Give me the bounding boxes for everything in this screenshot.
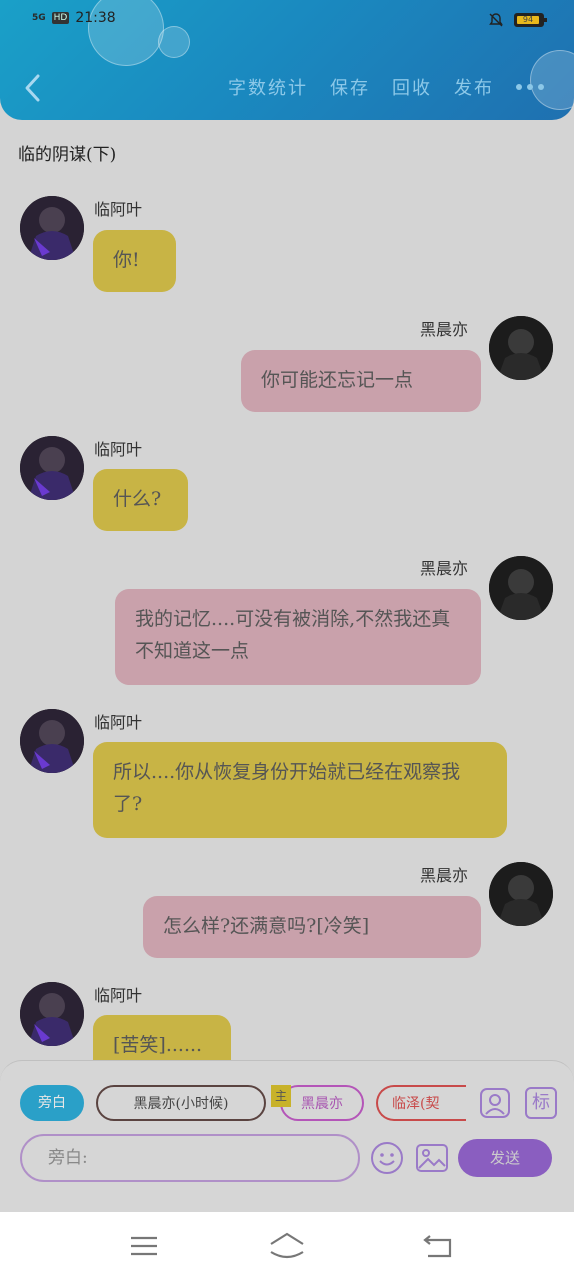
header-actions: 字数统计 保存 回收 发布	[228, 74, 544, 100]
sender-name: 临阿叶	[94, 986, 143, 1005]
save-button[interactable]: 保存	[330, 74, 370, 100]
home-icon[interactable]	[268, 1230, 306, 1262]
back-arrow-icon[interactable]	[18, 70, 48, 106]
avatar[interactable]	[20, 982, 84, 1046]
message-bubble[interactable]: 我的记忆....可没有被消除,不然我还真不知道这一点	[115, 589, 481, 685]
image-icon[interactable]	[415, 1141, 449, 1175]
back-icon[interactable]	[422, 1230, 454, 1262]
sender-name: 黑晨亦	[420, 320, 469, 339]
send-button[interactable]: 发送	[458, 1139, 552, 1177]
composer-panel: 旁白 黑晨亦(小时候) 黑晨亦 主 临泽(契 标 旁白: 发送	[0, 1060, 574, 1215]
clock: 21:38	[75, 10, 116, 26]
avatar[interactable]	[489, 862, 553, 926]
message-bubble[interactable]: 你!	[93, 230, 176, 292]
narration-chip[interactable]: 旁白	[20, 1085, 84, 1121]
sender-name: 临阿叶	[94, 200, 143, 219]
role-chip[interactable]: 黑晨亦	[280, 1085, 364, 1121]
top-header: 5G HD 21:38 94 字数统计 保存 回收 发布	[0, 0, 574, 120]
role-chip[interactable]: 黑晨亦(小时候)	[96, 1085, 266, 1121]
word-count-button[interactable]: 字数统计	[228, 74, 308, 100]
emoji-icon[interactable]	[370, 1141, 404, 1175]
signal-indicator: 5G	[32, 12, 46, 23]
system-nav-bar	[0, 1212, 574, 1280]
avatar[interactable]	[20, 196, 84, 260]
tag-icon[interactable]: 标	[525, 1087, 557, 1119]
avatar[interactable]	[489, 556, 553, 620]
sender-name: 临阿叶	[94, 713, 143, 732]
character-icon[interactable]	[479, 1087, 511, 1119]
story-title: 临的阴谋(下)	[18, 145, 117, 165]
status-bar: 5G HD 21:38 94	[32, 10, 547, 32]
menu-icon[interactable]	[128, 1230, 160, 1262]
avatar[interactable]	[489, 316, 553, 380]
message-bubble[interactable]: 什么?	[93, 469, 188, 531]
main-role-badge: 主	[271, 1085, 291, 1107]
avatar[interactable]	[20, 436, 84, 500]
sender-name: 黑晨亦	[420, 866, 469, 885]
message-input[interactable]: 旁白:	[20, 1134, 360, 1182]
mute-bell-icon	[489, 13, 503, 27]
sender-name: 临阿叶	[94, 440, 143, 459]
message-bubble[interactable]: 所以....你从恢复身份开始就已经在观察我了?	[93, 742, 507, 838]
sender-name: 黑晨亦	[420, 559, 469, 578]
hd-badge: HD	[51, 12, 70, 24]
battery-level: 94	[517, 16, 539, 24]
avatar[interactable]	[20, 709, 84, 773]
publish-button[interactable]: 发布	[454, 74, 494, 100]
message-bubble[interactable]: 你可能还忘记一点	[241, 350, 481, 412]
battery-icon: 94	[514, 13, 547, 27]
recycle-button[interactable]: 回收	[392, 74, 432, 100]
message-bubble[interactable]: 怎么样?还满意吗?[冷笑]	[143, 896, 481, 958]
more-menu-icon[interactable]	[516, 84, 544, 90]
role-chip[interactable]: 临泽(契	[376, 1085, 466, 1121]
